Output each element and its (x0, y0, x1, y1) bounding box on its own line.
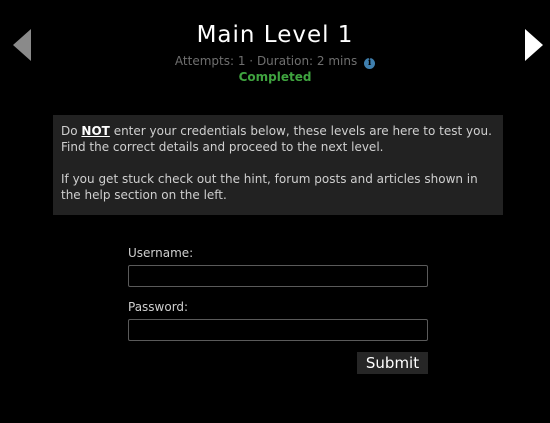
notice-suffix: enter your credentials below, these leve… (61, 124, 492, 154)
notice-paragraph-1: Do NOT enter your credentials below, the… (61, 123, 495, 155)
notice-panel: Do NOT enter your credentials below, the… (53, 115, 503, 215)
info-icon[interactable]: i (364, 58, 376, 69)
notice-paragraph-2: If you get stuck check out the hint, for… (61, 172, 478, 202)
level-page: Main Level 1 Attempts: 1 · Duration: 2 m… (0, 0, 550, 423)
duration-text: Duration: 2 mins (256, 54, 358, 68)
login-form: Username: Password: Submit (128, 246, 428, 374)
attempts-count: Attempts: 1 (174, 54, 246, 68)
notice-emphasis: NOT (81, 124, 110, 138)
password-input[interactable] (128, 319, 428, 341)
password-label: Password: (128, 300, 189, 314)
level-meta: Attempts: 1 · Duration: 2 mins i (0, 54, 550, 69)
page-title: Main Level 1 (196, 22, 354, 48)
username-input[interactable] (128, 265, 428, 287)
status-badge: Completed (238, 70, 312, 84)
username-label: Username: (128, 246, 194, 260)
notice-prefix: Do (61, 124, 78, 138)
meta-separator: · (249, 54, 254, 68)
submit-button[interactable]: Submit (357, 352, 428, 374)
